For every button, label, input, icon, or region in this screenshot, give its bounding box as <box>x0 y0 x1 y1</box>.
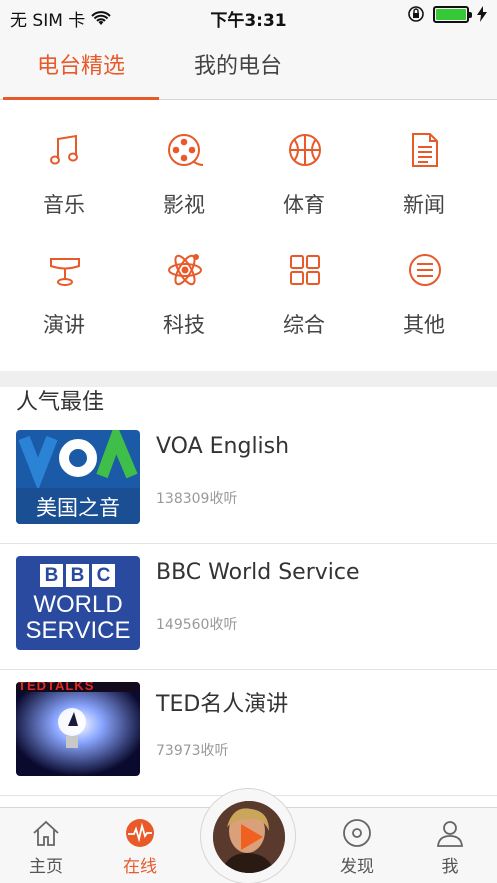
film-reel-icon <box>168 134 204 166</box>
tabbar-me[interactable]: 我 <box>410 818 490 877</box>
category-music[interactable]: 音乐 <box>4 101 124 221</box>
station-listeners: 149560收听 <box>156 617 238 633</box>
play-icon <box>241 824 263 850</box>
battery-icon <box>433 5 472 23</box>
now-playing-artwork <box>213 801 285 873</box>
now-playing-button[interactable] <box>200 788 296 883</box>
tabbar-home[interactable]: 主页 <box>6 818 86 877</box>
document-icon <box>412 133 438 167</box>
tabbar-online[interactable]: 在线 <box>100 818 180 877</box>
music-note-icon <box>50 134 78 165</box>
home-icon <box>33 820 59 846</box>
station-item-bbc[interactable]: B B C WORLD SERVICE BBC World Service 14… <box>0 544 497 670</box>
top-tabs: 电台精选 我的电台 <box>0 34 497 100</box>
tab-my-stations[interactable]: 我的电台 <box>160 34 316 100</box>
radio-wave-icon <box>126 819 154 847</box>
atom-icon <box>168 254 202 286</box>
user-icon <box>437 821 463 847</box>
category-speech[interactable]: 演讲 <box>4 221 124 341</box>
rotation-lock-icon <box>408 6 424 22</box>
station-title: VOA English <box>156 434 290 459</box>
station-title: BBC World Service <box>156 560 360 585</box>
category-tech[interactable]: 科技 <box>124 221 244 341</box>
basketball-icon <box>289 134 321 166</box>
active-tab-indicator <box>3 97 159 100</box>
disc-icon <box>343 819 371 847</box>
category-film[interactable]: 影视 <box>124 101 244 221</box>
category-news[interactable]: 新闻 <box>364 101 484 221</box>
station-listeners: 73973收听 <box>156 743 229 759</box>
category-other[interactable]: 其他 <box>364 221 484 341</box>
section-title-popular: 人气最佳 <box>16 390 105 415</box>
podium-icon <box>50 258 80 286</box>
station-item-ted[interactable]: TEDTALKS TED名人演讲 73973收听 <box>0 670 497 796</box>
status-bar: 无 SIM 卡 下午3:31 <box>0 0 497 34</box>
category-sports[interactable]: 体育 <box>244 101 364 221</box>
station-item-voa[interactable]: 美国之音 VOA English 138309收听 <box>0 418 497 544</box>
category-general[interactable]: 综合 <box>244 221 364 341</box>
station-title: TED名人演讲 <box>156 692 289 717</box>
tab-featured-stations[interactable]: 电台精选 <box>3 34 159 100</box>
ted-logo: TEDTALKS <box>16 682 140 776</box>
charging-icon <box>477 6 487 22</box>
voa-logo: 美国之音 <box>16 430 140 524</box>
bbc-logo: B B C WORLD SERVICE <box>16 556 140 650</box>
tabbar-discover[interactable]: 发现 <box>317 818 397 877</box>
category-grid: 音乐 影视 体育 新闻 演讲 科技 综合 其他 <box>0 101 497 371</box>
menu-circle-icon <box>409 254 441 286</box>
grid-icon <box>290 255 320 285</box>
station-listeners: 138309收听 <box>156 491 238 507</box>
